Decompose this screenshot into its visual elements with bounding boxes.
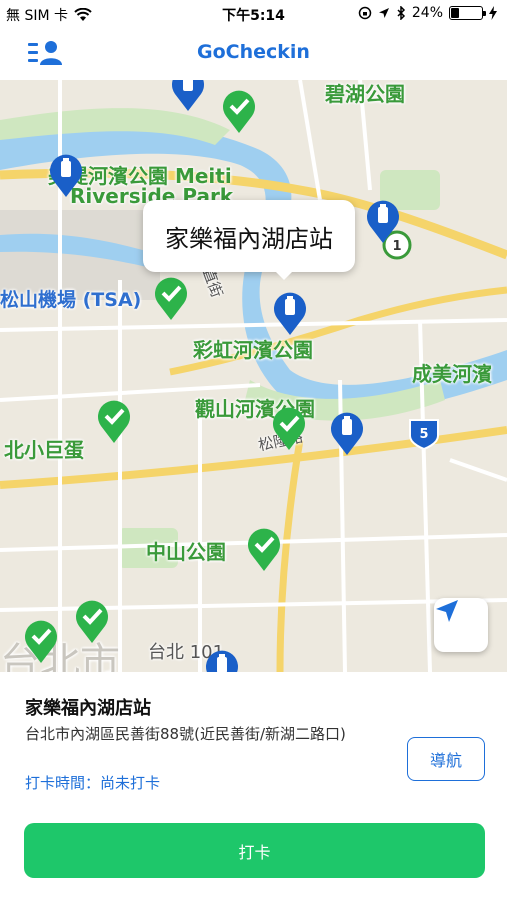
station-callout[interactable]: 家樂福內湖店站 xyxy=(143,200,355,272)
locate-me-button[interactable] xyxy=(434,598,488,652)
callout-tail xyxy=(272,268,296,280)
pin-station[interactable] xyxy=(48,152,84,198)
pin-checked[interactable] xyxy=(23,618,59,664)
road-5-number: 5 xyxy=(419,427,428,442)
pin-checked[interactable] xyxy=(271,405,307,451)
nav-bar: GoCheckin xyxy=(0,28,507,80)
label-chengmei-park: 成美河濱 xyxy=(412,362,492,386)
status-right: 24% xyxy=(358,5,497,21)
pin-station[interactable] xyxy=(204,648,240,672)
station-address: 台北市內湖區民善街88號(近民善街/新湖二路口) xyxy=(25,725,346,743)
pin-checked[interactable] xyxy=(221,88,257,134)
battery-tip xyxy=(483,11,486,16)
location-arrow-icon xyxy=(436,600,458,622)
label-songshan-airport: 松山機場 (TSA) xyxy=(0,289,142,311)
station-name: 家樂福內湖店站 xyxy=(25,698,151,719)
label-bihu-park: 碧湖公園 xyxy=(325,82,405,106)
pin-station-selected[interactable] xyxy=(272,290,308,336)
battery-percent: 24% xyxy=(411,5,443,21)
label-rainbow-park: 彩虹河濱公園 xyxy=(193,338,313,362)
pin-checked[interactable] xyxy=(246,526,282,572)
station-detail-panel: 家樂福內湖店站 台北市內湖區民善街88號(近民善街/新湖二路口) 打卡時間：尚未… xyxy=(0,672,507,900)
pin-checked[interactable] xyxy=(96,398,132,444)
location-arrow-icon xyxy=(378,8,389,18)
charging-bolt-icon xyxy=(489,6,497,20)
pin-station[interactable] xyxy=(365,198,401,244)
pin-station[interactable] xyxy=(329,410,365,456)
app-title: GoCheckin xyxy=(197,41,310,63)
battery-icon xyxy=(449,6,486,20)
pin-checked[interactable] xyxy=(74,598,110,644)
callout-title: 家樂福內湖店站 xyxy=(165,224,333,253)
pin-station[interactable] xyxy=(170,80,206,112)
battery-fill xyxy=(451,8,459,18)
label-zhongshan-park: 中山公園 xyxy=(146,540,226,564)
status-bar: 無 SIM 卡 下午5:14 24% xyxy=(0,0,507,28)
bluetooth-icon xyxy=(397,6,405,20)
navigate-button[interactable]: 導航 xyxy=(407,737,485,781)
checkin-button[interactable]: 打卡 xyxy=(24,823,485,878)
rotation-lock-icon xyxy=(358,6,372,20)
checkin-time: 打卡時間：尚未打卡 xyxy=(25,774,161,792)
map-view[interactable]: 碧湖公園 美堤河濱公園 Meiti Riverside Park 松山機場 (T… xyxy=(0,80,507,672)
road-shield-5: 5 xyxy=(409,419,439,450)
pin-checked[interactable] xyxy=(153,275,189,321)
label-xiaojudan: 北小巨蛋 xyxy=(4,438,84,462)
